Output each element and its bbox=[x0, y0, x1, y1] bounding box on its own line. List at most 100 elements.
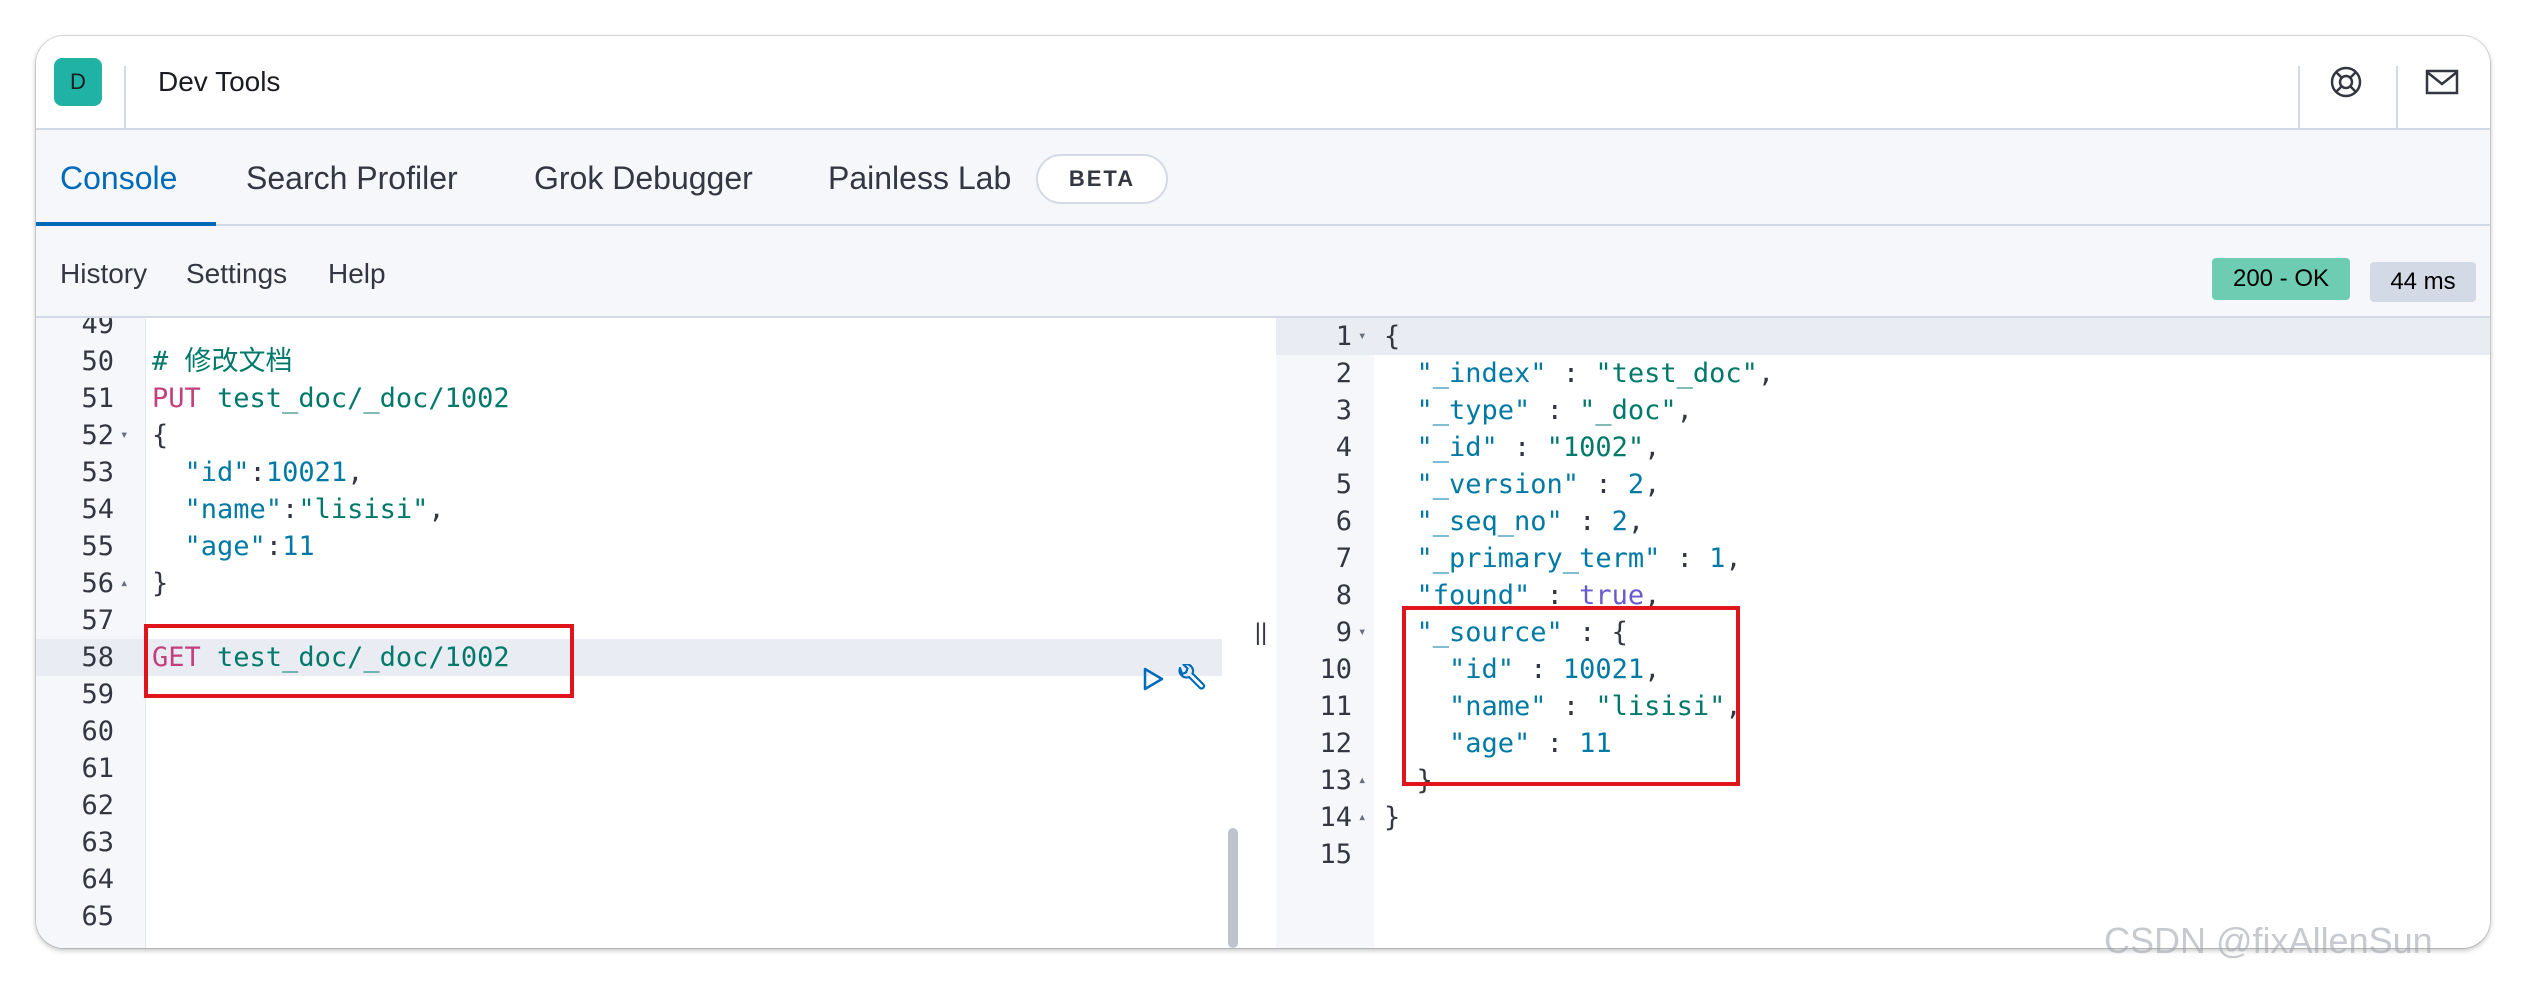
code-line[interactable]: 52 ▾ { bbox=[36, 417, 1246, 454]
space-avatar[interactable]: D bbox=[54, 58, 102, 106]
tab-painless-lab[interactable]: Painless Lab bbox=[828, 160, 1011, 197]
code-line[interactable]: 50 # 修改文档 bbox=[36, 343, 1246, 380]
code-text: { bbox=[152, 417, 168, 454]
code-line[interactable]: 65 bbox=[36, 898, 1246, 935]
code-token: } bbox=[152, 568, 169, 599]
code-token: "_version" bbox=[1384, 469, 1580, 500]
code-token: , bbox=[1757, 358, 1775, 389]
code-token: "id" bbox=[152, 457, 250, 488]
line-number: 59 bbox=[81, 679, 114, 710]
line-number: 55 bbox=[81, 531, 114, 562]
line-number: 64 bbox=[81, 864, 114, 895]
code-text: "id":10021, bbox=[152, 454, 364, 491]
code-text: "_index" : "test_doc", bbox=[1384, 355, 1775, 392]
code-token: } bbox=[1384, 802, 1401, 833]
wrench-icon[interactable] bbox=[1174, 662, 1206, 699]
code-line[interactable]: 53 "id":10021, bbox=[36, 454, 1246, 491]
code-line[interactable]: 15 bbox=[1276, 836, 2490, 873]
code-text: } bbox=[152, 565, 168, 602]
code-token: : bbox=[1562, 506, 1612, 537]
line-number: 54 bbox=[81, 494, 114, 525]
line-number: 7 bbox=[1335, 543, 1352, 574]
fold-toggle-icon[interactable]: ▾ bbox=[1358, 318, 1366, 355]
header-divider bbox=[2396, 66, 2398, 130]
pane-resizer[interactable]: || bbox=[1246, 318, 1276, 948]
code-text: "_seq_no" : 2, bbox=[1384, 503, 1645, 540]
code-token: : bbox=[1530, 395, 1580, 426]
code-line[interactable]: 7 "_primary_term" : 1, bbox=[1276, 540, 2490, 577]
code-token: : bbox=[1546, 358, 1596, 389]
fold-toggle-icon[interactable]: ▾ bbox=[120, 417, 128, 454]
tab-bar: Console Search Profiler Grok Debugger Pa… bbox=[36, 130, 2490, 226]
fold-toggle-icon[interactable]: ▴ bbox=[120, 565, 128, 602]
console-toolbar: History Settings Help bbox=[36, 226, 2490, 318]
annotation-box bbox=[1402, 606, 1740, 786]
code-line[interactable]: 49 bbox=[36, 318, 1246, 343]
fold-toggle-icon[interactable]: ▴ bbox=[1358, 799, 1366, 836]
code-token: , bbox=[347, 457, 364, 488]
help-link[interactable]: Help bbox=[328, 258, 386, 290]
line-number: 57 bbox=[81, 605, 114, 636]
code-text: { bbox=[1384, 318, 1400, 355]
header-divider bbox=[124, 66, 126, 130]
top-header: D Dev Tools bbox=[36, 36, 2490, 130]
line-number: 60 bbox=[81, 716, 114, 747]
request-scrollbar[interactable] bbox=[1228, 828, 1238, 948]
code-token: , bbox=[1676, 395, 1693, 426]
line-number: 65 bbox=[81, 901, 114, 932]
tab-grok-debugger[interactable]: Grok Debugger bbox=[534, 160, 753, 197]
code-token: "_seq_no" bbox=[1384, 506, 1563, 537]
code-token: 11 bbox=[282, 531, 315, 562]
line-number: 3 bbox=[1335, 395, 1352, 426]
code-line[interactable]: 3 "_type" : "_doc", bbox=[1276, 392, 2490, 429]
line-number: 6 bbox=[1335, 506, 1352, 537]
code-line[interactable]: 64 bbox=[36, 861, 1246, 898]
code-token: "_type" bbox=[1384, 395, 1531, 426]
code-token: : bbox=[249, 457, 266, 488]
settings-link[interactable]: Settings bbox=[186, 258, 287, 290]
play-icon[interactable] bbox=[1140, 666, 1166, 697]
tab-search-profiler[interactable]: Search Profiler bbox=[246, 160, 458, 197]
code-text: } bbox=[1384, 799, 1400, 836]
code-text: "_primary_term" : 1, bbox=[1384, 540, 1742, 577]
fold-toggle-icon[interactable]: ▴ bbox=[1358, 762, 1366, 799]
watermark: CSDN @fixAllenSun bbox=[2104, 920, 2433, 961]
request-actions bbox=[1140, 660, 1220, 697]
code-line[interactable]: 2 "_index" : "test_doc", bbox=[1276, 355, 2490, 392]
code-line[interactable]: 14 ▴} bbox=[1276, 799, 2490, 836]
code-line[interactable]: 4 "_id" : "1002", bbox=[1276, 429, 2490, 466]
code-line[interactable]: 63 bbox=[36, 824, 1246, 861]
code-line[interactable]: 54 "name":"lisisi", bbox=[36, 491, 1246, 528]
code-token: 2 bbox=[1611, 506, 1628, 537]
line-number: 61 bbox=[81, 753, 114, 784]
line-number: 51 bbox=[81, 383, 114, 414]
lifebuoy-icon[interactable] bbox=[2322, 58, 2370, 106]
history-link[interactable]: History bbox=[60, 258, 147, 290]
code-line[interactable]: 55 "age":11 bbox=[36, 528, 1246, 565]
status-badge: 200 - OK bbox=[2212, 258, 2350, 300]
mail-icon[interactable] bbox=[2418, 58, 2466, 106]
code-line[interactable]: 5 "_version" : 2, bbox=[1276, 466, 2490, 503]
code-line[interactable]: 1 ▾ { bbox=[1276, 318, 2490, 355]
code-text: "_version" : 2, bbox=[1384, 466, 1661, 503]
line-number: 11 bbox=[1319, 691, 1352, 722]
code-token: { bbox=[152, 420, 169, 451]
code-token: , bbox=[1627, 506, 1645, 537]
code-line[interactable]: 62 bbox=[36, 787, 1246, 824]
code-line[interactable]: 6 "_seq_no" : 2, bbox=[1276, 503, 2490, 540]
line-number: 49 bbox=[81, 318, 114, 340]
code-token: test_doc/_doc/1002 bbox=[200, 383, 510, 414]
tab-console[interactable]: Console bbox=[60, 160, 177, 197]
fold-toggle-icon[interactable]: ▾ bbox=[1358, 614, 1366, 651]
line-number: 56 bbox=[81, 568, 114, 599]
code-token: : bbox=[1579, 469, 1628, 500]
code-line[interactable]: 51 PUT test_doc/_doc/1002 bbox=[36, 380, 1246, 417]
code-token: , bbox=[1644, 469, 1661, 500]
code-line[interactable]: 60 bbox=[36, 713, 1246, 750]
line-number: 9 bbox=[1335, 617, 1352, 648]
line-number: 8 bbox=[1335, 580, 1352, 611]
code-line[interactable]: 56 ▴} bbox=[36, 565, 1246, 602]
code-token: : bbox=[265, 531, 283, 562]
code-text: "_type" : "_doc", bbox=[1384, 392, 1693, 429]
code-line[interactable]: 61 bbox=[36, 750, 1246, 787]
